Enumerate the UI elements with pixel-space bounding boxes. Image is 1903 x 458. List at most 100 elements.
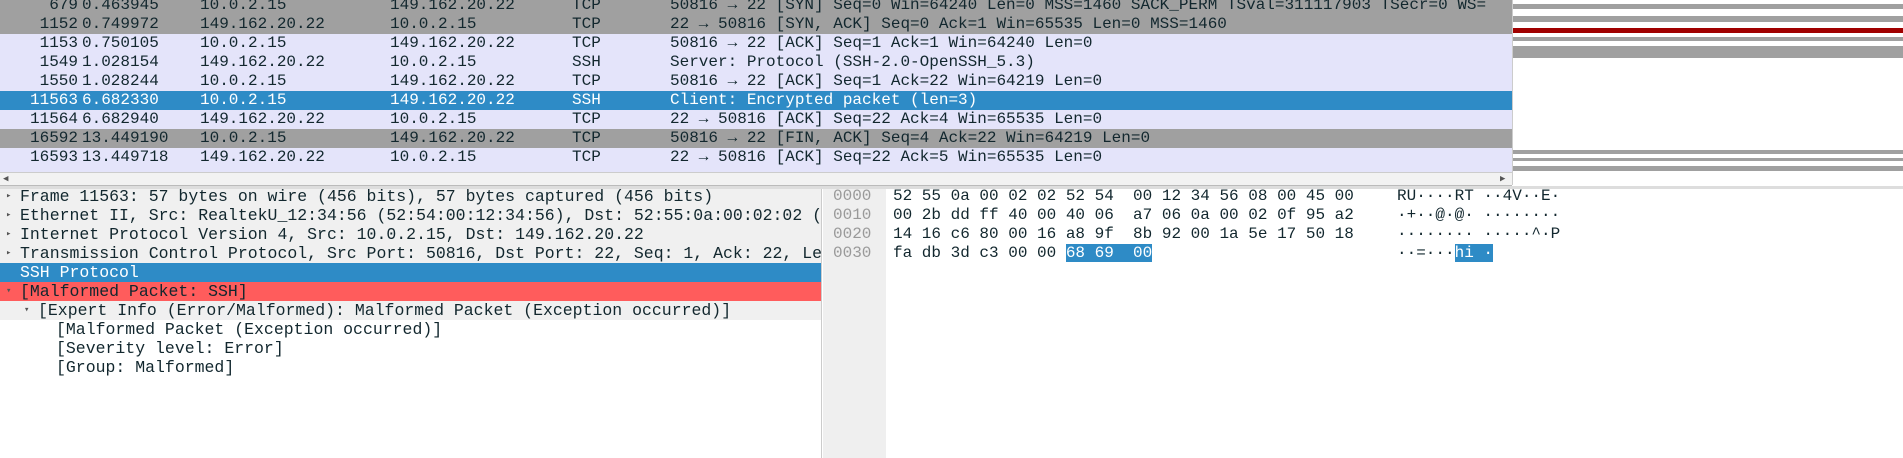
hex-ascii[interactable]: ··=···hi · <box>1397 244 1494 263</box>
packet-dst: 10.0.2.15 <box>390 53 477 71</box>
packet-time: 13.449718 <box>82 148 169 166</box>
hex-bytes-text: fa db 3d c3 00 00 <box>893 244 1066 262</box>
hex-ascii-text: ········ ·····^·P <box>1397 225 1561 243</box>
detail-tree-item[interactable]: ▸ Ethernet II, Src: RealtekU_12:34:56 (52… <box>0 206 821 225</box>
packet-no: 11563 <box>29 91 78 109</box>
collapse-arrow-icon[interactable]: ▾ <box>6 282 11 301</box>
packet-time: 13.449190 <box>82 129 169 147</box>
packet-time: 0.749972 <box>82 15 159 33</box>
packet-dst: 149.162.20.22 <box>390 91 515 109</box>
detail-tree-item[interactable]: [Severity level: Error] <box>0 339 821 358</box>
packet-list[interactable]: 679 0.463945 10.0.2.15 149.162.20.22 TCP 5081… <box>0 0 1512 172</box>
packet-details-tree[interactable]: ▸ Frame 11563: 57 bytes on wire (456 bits… <box>0 189 822 458</box>
packet-info: Client: Encrypted packet (len=3) <box>670 91 978 109</box>
packet-row[interactable]: 16593 13.449718 149.162.20.22 10.0.2.15 TCP 2… <box>0 148 1512 167</box>
packet-proto: SSH <box>572 91 601 109</box>
packet-no: 1550 <box>39 72 78 90</box>
detail-text: [Malformed Packet: SSH] <box>20 282 248 301</box>
hex-offset: 0020 <box>833 225 872 243</box>
packet-time: 6.682330 <box>82 91 159 109</box>
detail-tree-item[interactable]: [Malformed Packet (Exception occurred)] <box>0 320 821 339</box>
hex-ascii-text: ·+··@·@· ········ <box>1397 206 1561 224</box>
scroll-right-icon[interactable]: ▶ <box>1500 173 1505 186</box>
packet-row[interactable]: 16592 13.449190 10.0.2.15 149.162.20.22 TCP 5… <box>0 129 1512 148</box>
packet-minimap[interactable] <box>1512 0 1903 185</box>
packet-proto: TCP <box>572 129 601 147</box>
packet-dst: 10.0.2.15 <box>390 110 477 128</box>
packet-src: 149.162.20.22 <box>200 53 325 71</box>
hex-ascii-highlight[interactable]: hi · <box>1454 244 1494 262</box>
hex-row: 0000 52 55 0a 00 02 02 52 54 00 12 34 56 … <box>823 187 1903 206</box>
hex-ascii-text: RU····RT ··4V··E· <box>1397 187 1561 205</box>
packet-proto: SSH <box>572 53 601 71</box>
packet-proto: TCP <box>572 148 601 166</box>
packet-no: 11564 <box>29 110 78 128</box>
scroll-left-icon[interactable]: ◀ <box>3 173 8 186</box>
packet-src: 10.0.2.15 <box>200 129 287 147</box>
hex-bytes[interactable]: 00 2b dd ff 40 00 40 06 a7 06 0a 00 02 0… <box>893 206 1354 225</box>
packet-info: 22 → 50816 [ACK] Seq=22 Ack=4 Win=65535 … <box>670 110 1103 128</box>
packet-no: 16593 <box>29 148 78 166</box>
detail-tree-item[interactable]: ▸ Frame 11563: 57 bytes on wire (456 bits… <box>0 189 821 206</box>
packet-proto: TCP <box>572 15 601 33</box>
collapse-arrow-icon[interactable]: ▾ <box>24 301 29 320</box>
packet-time: 1.028244 <box>82 72 159 90</box>
packet-time: 0.463945 <box>82 0 159 14</box>
detail-tree-item[interactable]: ▸ Transmission Control Protocol, Src Port… <box>0 244 821 263</box>
hex-ascii-text: ··=··· <box>1397 244 1455 262</box>
packet-dst: 149.162.20.22 <box>390 34 515 52</box>
packet-proto: TCP <box>572 110 601 128</box>
packet-row[interactable]: 11563 6.682330 10.0.2.15 149.162.20.22 SSH Cl… <box>0 91 1512 110</box>
packet-no: 16592 <box>29 129 78 147</box>
packet-dst: 10.0.2.15 <box>390 15 477 33</box>
hex-bytes-text: 00 2b dd ff 40 00 40 06 a7 06 0a 00 02 0… <box>893 206 1354 224</box>
packet-proto: TCP <box>572 0 601 14</box>
expand-arrow-icon[interactable]: ▸ <box>6 244 11 263</box>
packet-dst: 149.162.20.22 <box>390 0 515 14</box>
hex-bytes[interactable]: 52 55 0a 00 02 02 52 54 00 12 34 56 08 0… <box>893 187 1354 206</box>
expand-arrow-icon[interactable]: ▸ <box>6 206 11 225</box>
hex-offset: 0000 <box>833 187 872 205</box>
packet-dst: 10.0.2.15 <box>390 148 477 166</box>
packet-no: 1152 <box>39 15 78 33</box>
packet-src: 10.0.2.15 <box>200 91 287 109</box>
detail-tree-item[interactable]: ▾ [Malformed Packet: SSH] <box>0 282 821 301</box>
detail-tree-item[interactable]: ▾ [Expert Info (Error/Malformed): Malform… <box>0 301 821 320</box>
detail-text: [Expert Info (Error/Malformed): Malforme… <box>38 301 732 320</box>
packet-row[interactable]: 679 0.463945 10.0.2.15 149.162.20.22 TCP 5081… <box>0 0 1512 15</box>
packet-src: 149.162.20.22 <box>200 110 325 128</box>
packet-bytes-pane[interactable]: 0000 52 55 0a 00 02 02 52 54 00 12 34 56 … <box>823 187 1903 458</box>
packet-info: 22 → 50816 [ACK] Seq=22 Ack=5 Win=65535 … <box>670 148 1103 166</box>
expand-arrow-icon[interactable]: ▸ <box>6 189 11 206</box>
packet-row[interactable]: 1550 1.028244 10.0.2.15 149.162.20.22 TCP 508… <box>0 72 1512 91</box>
detail-tree-item[interactable]: SSH Protocol <box>0 263 821 282</box>
hex-bytes[interactable]: 14 16 c6 80 00 16 a8 9f 8b 92 00 1a 5e 1… <box>893 225 1354 244</box>
detail-tree-item[interactable]: [Group: Malformed] <box>0 358 821 377</box>
detail-text: [Malformed Packet (Exception occurred)] <box>56 320 443 339</box>
packet-src: 10.0.2.15 <box>200 34 287 52</box>
packet-time: 1.028154 <box>82 53 159 71</box>
hex-offset: 0030 <box>833 244 872 262</box>
hex-bytes[interactable]: fa db 3d c3 00 00 68 69 00 <box>893 244 1153 263</box>
packet-row[interactable]: 11564 6.682940 149.162.20.22 10.0.2.15 TCP 22… <box>0 110 1512 129</box>
packet-info: 50816 → 22 [FIN, ACK] Seq=4 Ack=22 Win=6… <box>670 129 1151 147</box>
packet-time: 0.750105 <box>82 34 159 52</box>
packet-no: 1153 <box>39 34 78 52</box>
packet-row[interactable]: 1152 0.749972 149.162.20.22 10.0.2.15 TCP 22 … <box>0 15 1512 34</box>
hex-row: 0020 14 16 c6 80 00 16 a8 9f 8b 92 00 1a … <box>823 225 1903 244</box>
expand-arrow-icon[interactable]: ▸ <box>6 225 11 244</box>
packet-proto: TCP <box>572 34 601 52</box>
packet-list-hscrollbar[interactable]: ◀ ▶ <box>0 172 1512 186</box>
hex-ascii[interactable]: ········ ·····^·P <box>1397 225 1560 244</box>
packet-info: 50816 → 22 [SYN] Seq=0 Win=64240 Len=0 M… <box>670 0 1487 14</box>
hex-ascii[interactable]: ·+··@·@· ········ <box>1397 206 1560 225</box>
hex-offset: 0010 <box>833 206 872 224</box>
detail-text: SSH Protocol <box>20 263 139 282</box>
detail-tree-item[interactable]: ▸ Internet Protocol Version 4, Src: 10.0.… <box>0 225 821 244</box>
hex-bytes-highlight[interactable]: 68 69 00 <box>1065 244 1153 262</box>
packet-src: 10.0.2.15 <box>200 0 287 14</box>
packet-row[interactable]: 1549 1.028154 149.162.20.22 10.0.2.15 SSH Ser… <box>0 53 1512 72</box>
packet-info: 50816 → 22 [ACK] Seq=1 Ack=1 Win=64240 L… <box>670 34 1093 52</box>
packet-row[interactable]: 1153 0.750105 10.0.2.15 149.162.20.22 TCP 508… <box>0 34 1512 53</box>
hex-ascii[interactable]: RU····RT ··4V··E· <box>1397 187 1560 206</box>
